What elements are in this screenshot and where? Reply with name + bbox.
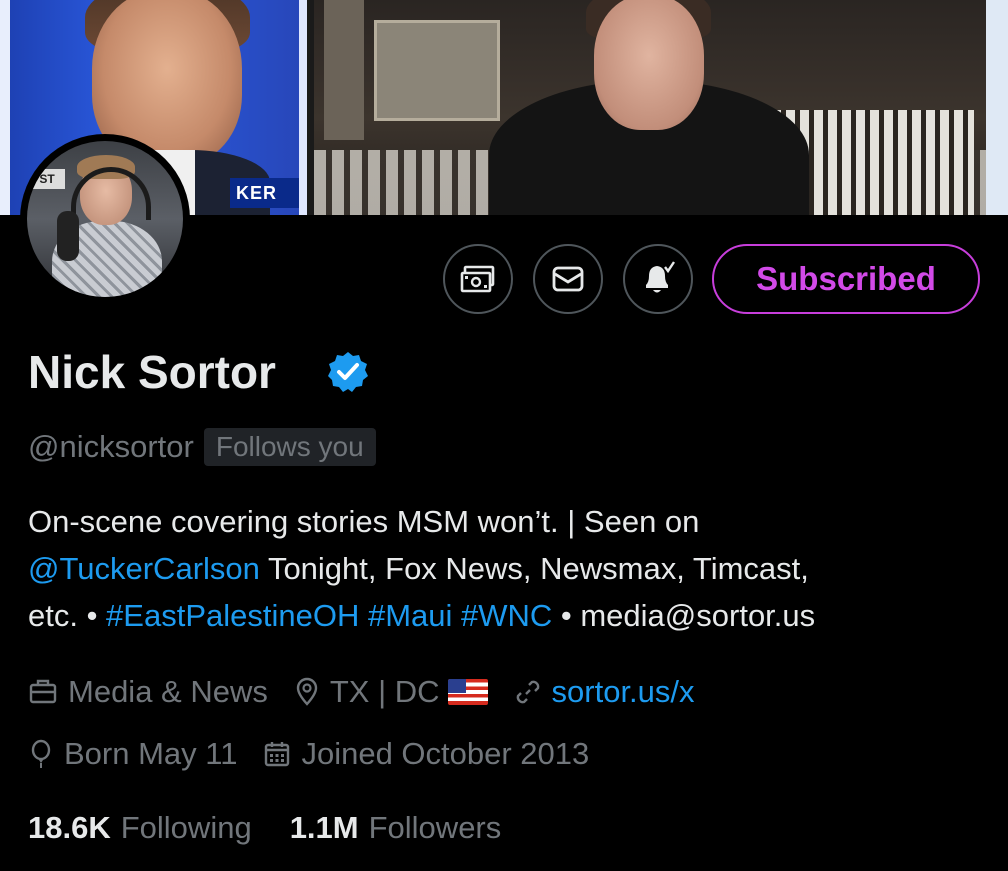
- briefcase-icon: [29, 679, 57, 704]
- location-item: TX | DC: [294, 674, 488, 710]
- followers-count[interactable]: 1.1M: [290, 810, 359, 846]
- banner-divider: [307, 0, 314, 215]
- handle-row: @nicksortor Follows you: [28, 425, 376, 469]
- bio-mention-link[interactable]: @TuckerCarlson: [28, 551, 260, 586]
- banner-door: [324, 0, 364, 140]
- bio-text-line1: On-scene covering stories MSM won’t. | S…: [28, 504, 700, 539]
- avatar-image: ST: [27, 141, 183, 297]
- birthday-label: Born May 11: [64, 736, 238, 771]
- profile-meta-row: Media & News TX | DC sortor.us/x: [28, 672, 721, 712]
- subscribed-button[interactable]: Subscribed: [712, 244, 980, 314]
- subscription-money-button[interactable]: [443, 244, 513, 314]
- bio-text-line3-end: • media@sortor.us: [552, 598, 816, 633]
- balloon-icon: [31, 739, 51, 768]
- bio-text-line3-start: etc. •: [28, 598, 107, 633]
- birthday-item: Born May 11: [28, 736, 237, 772]
- us-flag-icon: [447, 679, 488, 705]
- link-icon: [516, 680, 539, 704]
- username-handle: @nicksortor: [28, 429, 194, 464]
- website-link[interactable]: sortor.us/x: [552, 674, 695, 710]
- category-label: Media & News: [68, 674, 268, 709]
- joined-label: Joined October 2013: [301, 736, 590, 771]
- followers-label[interactable]: Followers: [369, 810, 502, 846]
- avatar-mic: [57, 211, 79, 261]
- profile-meta-row-2: Born May 11 Joined October 2013: [28, 734, 615, 774]
- avatar-sign: ST: [29, 169, 65, 189]
- verified-badge-icon: [328, 352, 368, 392]
- avatar[interactable]: ST: [20, 134, 190, 304]
- profile-bio: On-scene covering stories MSM won’t. | S…: [28, 498, 988, 639]
- banner-lower-third: KER: [230, 178, 305, 208]
- bio-hashtags-link[interactable]: #EastPalestineOH #Maui #WNC: [106, 598, 552, 633]
- message-button[interactable]: [533, 244, 603, 314]
- banner-window: [374, 20, 500, 121]
- calendar-icon: [265, 742, 290, 767]
- joined-item: Joined October 2013: [263, 736, 589, 772]
- banner-edge-light: [986, 0, 1008, 215]
- follows-you-badge: Follows you: [203, 428, 376, 466]
- location-label: TX | DC: [329, 674, 440, 709]
- profile-page: KER ST Subscribed Nick Sortor @nicksorto…: [0, 0, 1008, 871]
- banner-reporter-face: [594, 0, 704, 130]
- notifications-button[interactable]: [623, 244, 693, 314]
- website-item[interactable]: sortor.us/x: [514, 674, 695, 710]
- bell-subscribed-icon: [646, 261, 675, 293]
- banner-right-panel: [314, 0, 1008, 215]
- follow-stats: 18.6K Following 1.1M Followers: [28, 806, 539, 850]
- bio-text-line2: Tonight, Fox News, Newsmax, Timcast,: [259, 551, 809, 586]
- following-count[interactable]: 18.6K: [28, 810, 111, 846]
- following-label[interactable]: Following: [121, 810, 252, 846]
- banner-stripe-right: [299, 0, 307, 215]
- display-name: Nick Sortor: [28, 346, 276, 398]
- money-icon: [460, 265, 495, 293]
- location-pin-icon: [296, 677, 318, 706]
- category-item: Media & News: [28, 674, 268, 710]
- mail-icon: [552, 266, 584, 292]
- banner-stripe: [0, 0, 10, 215]
